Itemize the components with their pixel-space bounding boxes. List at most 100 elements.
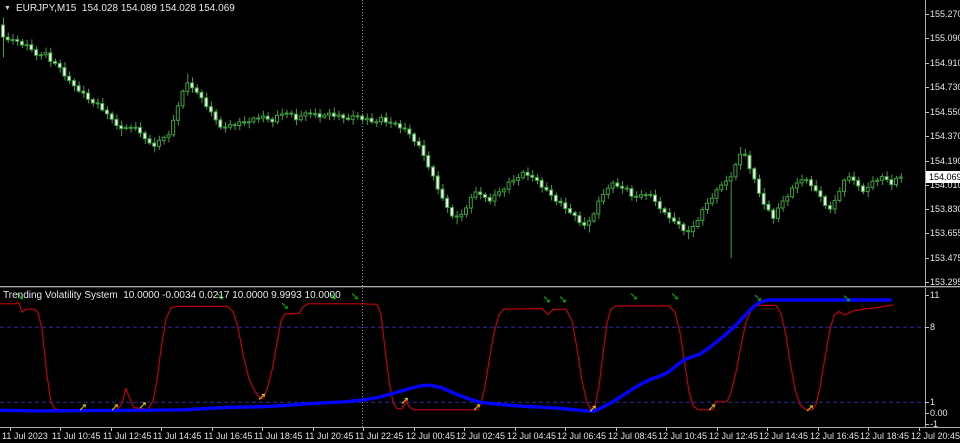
- candle: [501, 188, 506, 193]
- candle: [473, 191, 478, 198]
- candle: [156, 139, 161, 147]
- candle: [558, 200, 563, 204]
- candle: [709, 197, 714, 204]
- price-axis-label: 155.090: [930, 33, 960, 43]
- candle: [345, 117, 350, 120]
- candle: [435, 175, 440, 190]
- price-axis-tick: [925, 258, 929, 259]
- price-axis-label: 153.830: [930, 204, 960, 214]
- candle: [402, 127, 407, 130]
- candle: [568, 208, 572, 214]
- candle: [553, 194, 558, 202]
- candle: [312, 113, 317, 116]
- candle: [1, 24, 5, 38]
- candle: [638, 194, 643, 198]
- indicator-axis-tick: [925, 424, 929, 425]
- candle: [90, 98, 95, 104]
- indicator-title: Trending Volatility System 10.0000 -0.00…: [3, 290, 341, 301]
- candle: [506, 181, 511, 190]
- candle: [246, 121, 251, 124]
- time-axis-label: 12 Jul 16:45: [810, 431, 860, 441]
- candle: [43, 52, 48, 56]
- candle: [360, 115, 365, 121]
- candle: [34, 49, 39, 56]
- buy-arrow-icon: ➚: [257, 390, 266, 403]
- candle: [397, 123, 402, 129]
- trend-blue-line: [0, 298, 892, 413]
- candle: [605, 187, 610, 195]
- candle: [856, 179, 861, 187]
- price-axis-tick: [925, 112, 929, 113]
- candle: [464, 207, 468, 215]
- indicator-axis-tick: [925, 327, 929, 328]
- time-axis-label: 12 Jul 02:45: [456, 431, 506, 441]
- time-axis-label: 12 Jul 10:45: [658, 431, 708, 441]
- candle: [317, 113, 322, 118]
- price-axis-tick: [925, 87, 929, 88]
- sell-arrow-icon: ➘: [350, 290, 359, 303]
- sell-arrow-icon: ➘: [629, 290, 638, 303]
- price-axis-label: 155.270: [930, 9, 960, 19]
- candle: [303, 112, 308, 117]
- candle: [629, 188, 634, 197]
- price-axis-tick: [925, 282, 929, 283]
- price-axis-label: 153.655: [930, 228, 960, 238]
- candle: [809, 179, 813, 187]
- candle: [794, 182, 799, 189]
- symbol-menu-icon[interactable]: ▼: [4, 5, 11, 12]
- candle: [586, 220, 591, 226]
- candle: [171, 119, 176, 136]
- candle: [166, 134, 171, 138]
- candle: [81, 90, 86, 94]
- candle: [653, 194, 657, 202]
- candle: [643, 194, 648, 197]
- candle: [738, 153, 743, 166]
- candle: [771, 209, 776, 219]
- indicator-axis-tick: [925, 402, 929, 403]
- candle: [180, 90, 185, 107]
- buy-arrow-icon: ➚: [805, 402, 814, 415]
- candle: [237, 121, 242, 127]
- indicator-axis-label: 8: [930, 322, 936, 332]
- indicator-canvas[interactable]: ➘ ➘➘➘ ➘ ➘ ➘ ➘ ➘ ➘ ➘➚ ➚ ➚➚ ➚ ➚ ➚ ➚ ➚: [0, 288, 925, 427]
- candle: [894, 177, 898, 186]
- price-axis-label: 154.910: [930, 58, 960, 68]
- candle: [596, 200, 601, 215]
- candle: [719, 184, 724, 191]
- candle: [440, 188, 445, 199]
- time-axis-label: 12 Jul 14:45: [759, 431, 809, 441]
- candle: [355, 115, 360, 118]
- candle: [700, 209, 705, 221]
- candle: [119, 125, 124, 130]
- candle: [251, 117, 256, 123]
- candle: [265, 115, 270, 120]
- indicator-values-label: 10.0000 -0.0034 0.0217 10.0000 9.9993 10…: [123, 290, 341, 301]
- candle: [832, 199, 837, 210]
- time-axis-label: 11 Jul 18:45: [254, 431, 303, 441]
- candle: [364, 117, 369, 121]
- candle: [331, 112, 336, 117]
- candle: [223, 126, 228, 129]
- price-axis-label: 154.190: [930, 156, 960, 166]
- candle: [416, 140, 421, 146]
- time-axis-label: 12 Jul 06:45: [557, 431, 607, 441]
- candle: [421, 144, 426, 156]
- candle: [204, 97, 209, 108]
- price-axis-tick: [925, 14, 929, 15]
- candle: [24, 44, 29, 47]
- price-axis-label: 154.550: [930, 107, 960, 117]
- candle: [487, 196, 492, 202]
- price-axis-label: 154.370: [930, 131, 960, 141]
- candle: [851, 176, 856, 181]
- candle: [232, 124, 237, 127]
- candle: [5, 36, 10, 41]
- candle: [194, 87, 199, 93]
- time-axis-label: 12 Jul 08:45: [608, 431, 658, 441]
- candle: [492, 194, 497, 202]
- main-chart-canvas[interactable]: [0, 0, 925, 286]
- candle: [289, 112, 294, 115]
- candle: [431, 166, 435, 177]
- candle: [71, 80, 76, 87]
- candle: [714, 189, 719, 199]
- sell-arrow-icon: ➘: [670, 290, 679, 303]
